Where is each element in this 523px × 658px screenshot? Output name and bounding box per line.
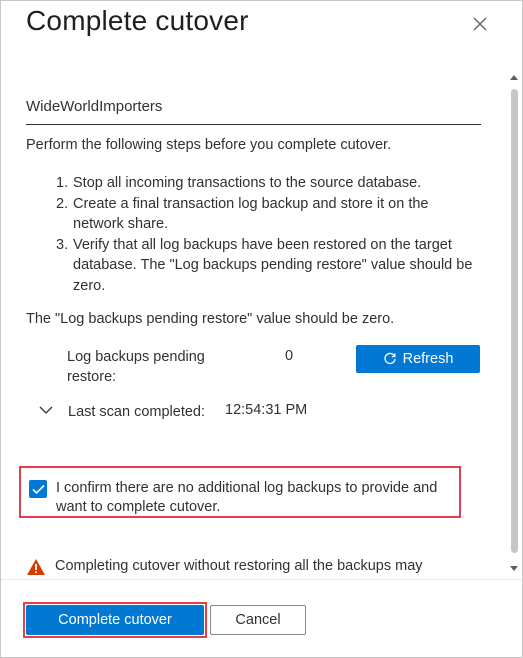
refresh-icon bbox=[384, 352, 396, 365]
vertical-scrollbar[interactable] bbox=[506, 63, 522, 578]
step-number: 2. bbox=[56, 195, 69, 212]
cancel-button[interactable]: Cancel bbox=[210, 605, 306, 635]
step-text: Stop all incoming transactions to the so… bbox=[73, 175, 422, 191]
close-icon bbox=[473, 17, 487, 31]
complete-cutover-button[interactable]: Complete cutover bbox=[26, 605, 204, 635]
database-name: WideWorldImporters bbox=[26, 98, 163, 115]
step-item: 2. Create a final transaction log backup… bbox=[56, 194, 476, 235]
complete-cutover-dialog: Complete cutover WideWorldImporters Perf… bbox=[0, 0, 523, 658]
chevron-down-icon[interactable] bbox=[39, 405, 53, 415]
step-text: Create a final transaction log backup an… bbox=[73, 195, 429, 233]
step-number: 1. bbox=[56, 175, 69, 191]
divider bbox=[26, 124, 481, 125]
scrollbar-thumb[interactable] bbox=[511, 89, 518, 553]
zero-note: The "Log backups pending restore" value … bbox=[26, 311, 395, 327]
last-scan-label: Last scan completed: bbox=[68, 404, 206, 420]
steps-list: 1. Stop all incoming transactions to the… bbox=[56, 173, 476, 296]
checkmark-icon bbox=[31, 484, 45, 494]
step-number: 3. bbox=[56, 236, 69, 253]
scroll-down-icon[interactable] bbox=[510, 566, 518, 571]
step-item: 3. Verify that all log backups have been… bbox=[56, 235, 476, 297]
scroll-up-icon[interactable] bbox=[510, 75, 518, 80]
warning-text: Completing cutover without restoring all… bbox=[55, 558, 423, 574]
pending-restore-label: Log backups pending restore: bbox=[67, 349, 205, 385]
pending-restore-value: 0 bbox=[285, 348, 294, 364]
dialog-footer: Complete cutover Cancel bbox=[1, 579, 522, 657]
step-item: 1. Stop all incoming transactions to the… bbox=[56, 173, 476, 194]
warning-message: Completing cutover without restoring all… bbox=[26, 557, 496, 577]
intro-text: Perform the following steps before you c… bbox=[26, 137, 392, 153]
last-scan-value: 12:54:31 PM bbox=[225, 402, 308, 418]
refresh-label: Refresh bbox=[402, 351, 454, 367]
confirm-label[interactable]: I confirm there are no additional log ba… bbox=[56, 479, 456, 517]
confirm-checkbox[interactable] bbox=[29, 480, 47, 498]
refresh-button[interactable]: Refresh bbox=[356, 345, 480, 373]
dialog-title: Complete cutover bbox=[26, 5, 249, 36]
close-button[interactable] bbox=[467, 11, 493, 37]
dialog-body: WideWorldImporters Perform the following… bbox=[1, 61, 506, 578]
warning-icon bbox=[27, 559, 45, 575]
step-text: Verify that all log backups have been re… bbox=[73, 236, 473, 294]
